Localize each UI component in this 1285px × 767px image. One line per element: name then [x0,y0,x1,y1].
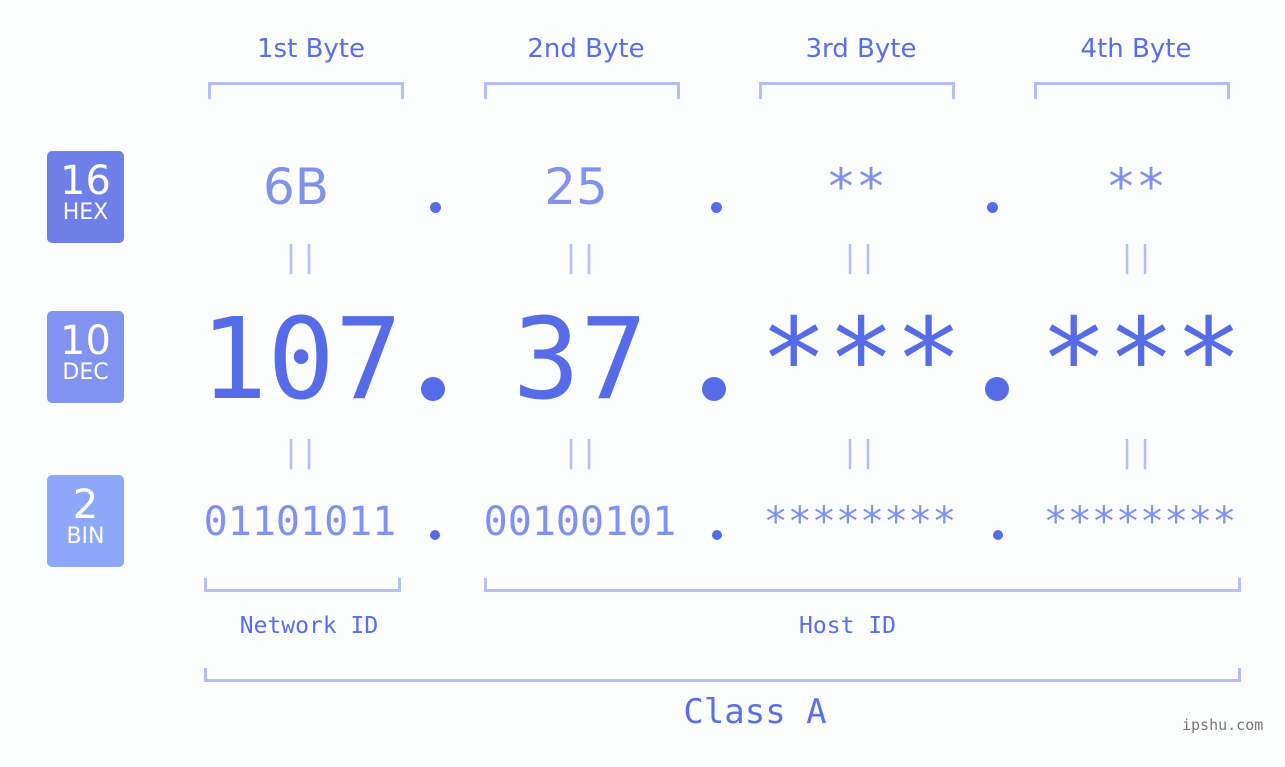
equals-sign: || [840,435,878,470]
dec-byte-2: 37 [512,295,648,425]
hex-byte-3: ** [825,158,887,216]
byte-bracket-3 [759,82,955,99]
dec-badge: 10 DEC [47,311,124,403]
watermark: ipshu.com [1182,716,1264,734]
hex-byte-1: 6B [262,158,330,216]
bin-badge: 2 BIN [47,475,124,567]
bin-separator-dot [712,530,722,540]
dec-byte-1: 107 [200,295,403,425]
hex-byte-4: ** [1105,158,1167,216]
byte-bracket-1 [208,82,404,99]
dec-base-label: DEC [62,360,109,385]
bin-byte-3: ******** [763,499,957,545]
hex-separator-dot [987,202,998,213]
equals-sign: || [561,435,599,470]
dec-separator-dot [421,377,445,401]
equals-sign: || [840,240,878,275]
byte-header-4: 4th Byte [1080,34,1192,64]
byte-header-1: 1st Byte [257,34,365,64]
dec-separator-dot [985,377,1009,401]
class-label: Class A [683,692,827,732]
dec-base-number: 10 [60,318,111,364]
hex-base-label: HEX [62,200,109,225]
bin-byte-2: 00100101 [483,499,677,545]
equals-sign: || [281,240,319,275]
network-id-label: Network ID [239,613,379,639]
equals-sign: || [1117,435,1155,470]
byte-header-3: 3rd Byte [805,34,917,64]
byte-header-2: 2nd Byte [527,34,645,64]
hex-separator-dot [711,202,722,213]
bin-separator-dot [430,530,440,540]
hex-byte-2: 25 [544,158,608,216]
equals-sign: || [1117,240,1155,275]
bin-byte-1: 01101011 [203,499,397,545]
hex-separator-dot [430,202,441,213]
bin-base-number: 2 [72,482,99,528]
hex-badge: 16 HEX [47,151,124,243]
network-id-bracket [204,578,401,592]
equals-sign: || [561,240,599,275]
byte-bracket-4 [1034,82,1230,99]
dec-byte-4: *** [1040,295,1243,425]
dec-byte-3: *** [760,295,963,425]
byte-bracket-2 [484,82,680,99]
host-id-bracket [484,578,1241,592]
class-bracket [204,668,1241,682]
host-id-label: Host ID [799,613,896,639]
bin-byte-4: ******** [1043,499,1237,545]
hex-base-number: 16 [60,158,111,204]
dec-separator-dot [702,377,726,401]
equals-sign: || [281,435,319,470]
bin-separator-dot [993,530,1003,540]
bin-base-label: BIN [66,524,105,549]
